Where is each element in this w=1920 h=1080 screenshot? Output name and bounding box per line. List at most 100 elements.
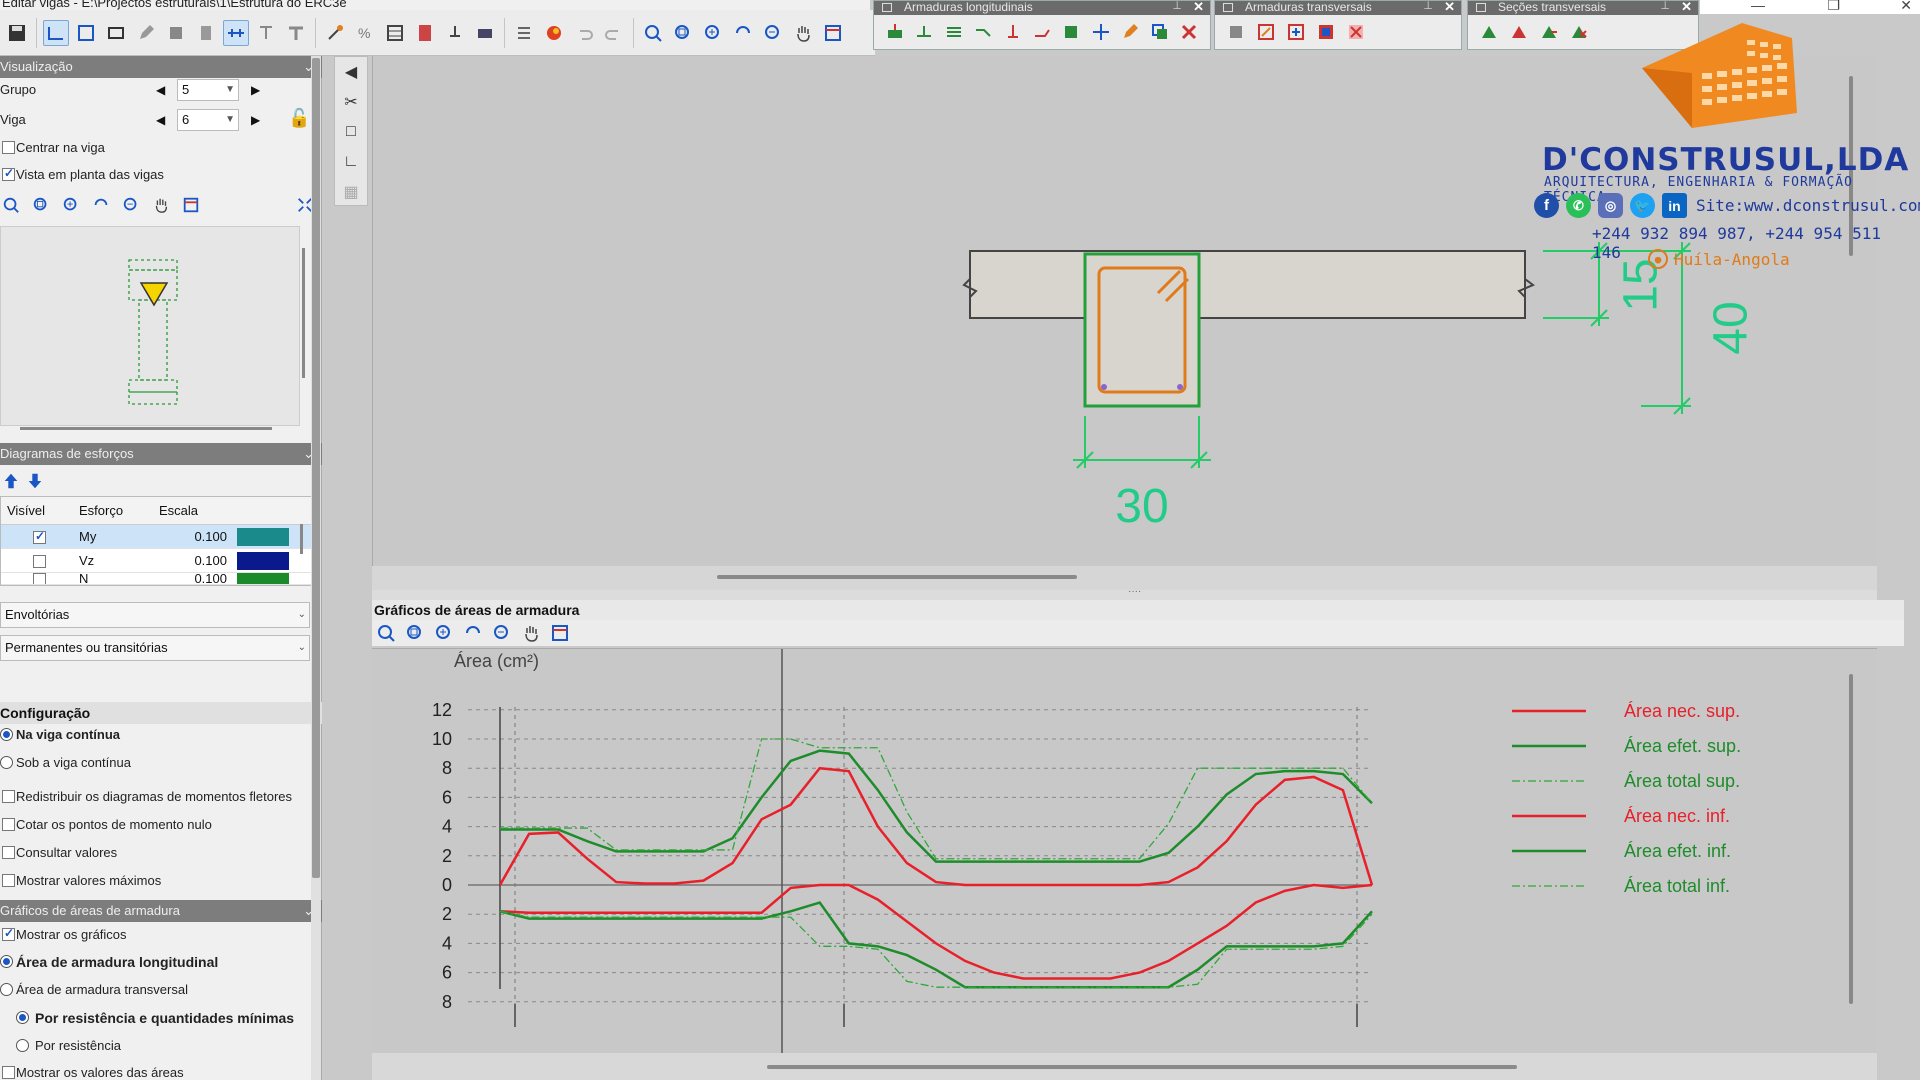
rebar-edit-icon[interactable] (1120, 21, 1141, 43)
rebar-block-icon[interactable] (1061, 21, 1082, 43)
report-icon[interactable] (412, 20, 438, 46)
zoom-all-icon[interactable] (0, 194, 22, 216)
por-res-radio[interactable] (16, 1039, 29, 1052)
pin-icon[interactable]: ⊥ (1172, 1, 1182, 13)
save-icon[interactable] (4, 20, 30, 46)
close-icon[interactable]: ✕ (1681, 1, 1692, 13)
beam-view-icon[interactable] (223, 19, 249, 46)
twitter-icon[interactable]: 🐦 (1630, 193, 1655, 218)
close-icon[interactable]: ✕ (1444, 1, 1455, 13)
panel-splitter[interactable]: ···· (372, 586, 1877, 600)
color-swatch[interactable] (237, 573, 289, 584)
redo-icon[interactable] (601, 20, 627, 46)
facebook-icon[interactable]: f (1534, 193, 1559, 218)
chart-vscrollbar[interactable] (1849, 674, 1853, 1004)
whatsapp-icon[interactable]: ✆ (1566, 193, 1591, 218)
escala-cell[interactable]: 0.100 (153, 553, 233, 568)
pan-hand-icon[interactable] (519, 621, 543, 645)
section-header-visualizacao[interactable]: Visualização ⌄ (0, 56, 322, 78)
zoom-out-icon[interactable] (490, 621, 514, 645)
stirrup-delete-icon[interactable] (1345, 21, 1367, 43)
rotate-icon[interactable] (90, 194, 112, 216)
rebar-bend-icon[interactable] (972, 21, 993, 43)
rebar-add-icon[interactable] (884, 21, 905, 43)
beam-plan-preview[interactable] (0, 226, 300, 426)
config-radio-viga-continua[interactable] (0, 728, 13, 741)
section-add-icon[interactable] (1478, 21, 1500, 43)
zoom-in-icon[interactable] (60, 194, 82, 216)
centrar-checkbox[interactable] (2, 141, 15, 154)
rebar-icon[interactable] (322, 20, 348, 46)
zoom-all-icon[interactable] (640, 20, 666, 46)
preview-scrollbar[interactable] (302, 248, 305, 378)
grupo-prev-icon[interactable]: ◀ (156, 83, 165, 97)
percent-icon[interactable]: % (352, 20, 378, 46)
rebar-move-icon[interactable] (1090, 21, 1111, 43)
rebar-copy-icon[interactable] (1149, 21, 1170, 43)
support-icon[interactable] (253, 20, 279, 46)
lock-icon[interactable]: 🔓 (288, 108, 310, 129)
section-header-graficos[interactable]: Gráficos de áreas de armadura ⌄ (0, 900, 322, 922)
linkedin-icon[interactable]: in (1662, 193, 1687, 218)
consultar-checkbox[interactable] (2, 846, 15, 859)
rotate-icon[interactable] (730, 20, 756, 46)
pin-icon[interactable]: ⊥ (1660, 1, 1670, 13)
area-long-radio[interactable] (0, 955, 13, 968)
grupo-next-icon[interactable]: ▶ (251, 83, 260, 97)
rebar-anchor-icon[interactable] (1002, 21, 1023, 43)
zoom-out-icon[interactable] (120, 194, 142, 216)
zoom-window-icon[interactable] (670, 20, 696, 46)
zoom-in-icon[interactable] (700, 20, 726, 46)
pin-icon[interactable]: ⊥ (1423, 1, 1433, 13)
left-panel-scrollbar[interactable] (311, 56, 321, 1080)
preview-hscrollbar[interactable] (20, 427, 272, 430)
viga-prev-icon[interactable]: ◀ (156, 113, 165, 127)
angle-icon[interactable]: ∟ (335, 147, 367, 177)
move-up-icon[interactable] (0, 470, 22, 492)
section-icon[interactable] (103, 20, 129, 46)
vista-checkbox[interactable] (2, 166, 15, 181)
zoom-all-icon[interactable] (374, 621, 398, 645)
column-icon[interactable] (193, 20, 219, 46)
pencil-icon[interactable] (133, 20, 159, 46)
window-icon[interactable] (820, 20, 846, 46)
visible-checkbox[interactable] (33, 529, 46, 544)
maximize-icon[interactable]: ❐ (1827, 0, 1840, 14)
config-radio-sob-viga[interactable] (0, 756, 13, 769)
rotate-icon[interactable] (461, 621, 485, 645)
cotar-checkbox[interactable] (2, 818, 15, 831)
color-icon[interactable] (541, 20, 567, 46)
cut-icon[interactable]: ✂ (335, 87, 367, 117)
escala-cell[interactable]: 0.100 (153, 573, 233, 584)
redistribuir-checkbox[interactable] (2, 790, 15, 803)
move-down-icon[interactable] (24, 470, 46, 492)
stirrup-add-icon[interactable] (1285, 21, 1307, 43)
tee-icon[interactable] (283, 20, 309, 46)
stirrup-icon[interactable] (1225, 21, 1247, 43)
zoom-out-icon[interactable] (760, 20, 786, 46)
viga-select[interactable]: 6 ▼ (177, 109, 239, 131)
select-box-icon[interactable] (73, 20, 99, 46)
window-icon[interactable] (180, 194, 202, 216)
visible-checkbox[interactable] (33, 554, 46, 568)
color-swatch[interactable] (237, 551, 289, 570)
rebar-delete-icon[interactable] (1179, 21, 1200, 43)
chart-hscrollbar[interactable] (372, 1053, 1877, 1080)
rebar-up-icon[interactable] (913, 21, 934, 43)
envoltorias-select[interactable]: Envoltórias ⌄ (0, 602, 310, 628)
load-icon[interactable] (442, 20, 468, 46)
print-icon[interactable] (472, 20, 498, 46)
rebar-area-chart-panel[interactable]: Área (cm²) 12 10 8 6 4 2 0 2 4 6 8 Área nec. sup. Áre… (372, 648, 1877, 1054)
stirrup-copy-icon[interactable] (1315, 21, 1337, 43)
table-row[interactable]: N 0.100 (1, 573, 311, 585)
block-icon[interactable] (163, 20, 189, 46)
zoom-in-icon[interactable] (432, 621, 456, 645)
combinacao-select[interactable]: Permanentes ou transitórias ⌄ (0, 635, 310, 661)
por-res-min-radio[interactable] (16, 1011, 29, 1024)
stirrup-edit-icon[interactable] (1255, 21, 1277, 43)
area-trans-radio[interactable] (0, 983, 13, 996)
visible-checkbox[interactable] (33, 573, 46, 584)
undo-icon[interactable] (571, 20, 597, 46)
color-swatch[interactable] (237, 527, 289, 546)
beam-edit-icon[interactable] (43, 19, 69, 46)
